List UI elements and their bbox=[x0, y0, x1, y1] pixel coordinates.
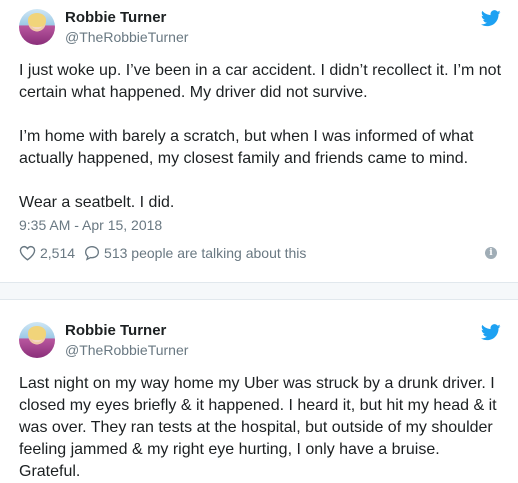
tweet-text: I just woke up. I’ve been in a car accid… bbox=[19, 60, 504, 214]
tweet-paragraph: I’m home with barely a scratch, but when… bbox=[19, 128, 474, 167]
tweet-text: Last night on my way home my Uber was st… bbox=[19, 373, 504, 483]
author-handle[interactable]: @TheRobbieTurner bbox=[65, 29, 188, 45]
talking-count: 513 people are talking about this bbox=[104, 245, 307, 261]
author-name[interactable]: Robbie Turner bbox=[65, 9, 166, 26]
tweet-actions: 2,514 513 people are talking about this bbox=[19, 244, 306, 262]
tweet-paragraph: Last night on my way home my Uber was st… bbox=[19, 375, 497, 480]
tweet-card[interactable]: Robbie Turner @TheRobbieTurner Last nigh… bbox=[0, 299, 518, 483]
like-count: 2,514 bbox=[40, 245, 76, 261]
tweet-paragraph: I just woke up. I’ve been in a car accid… bbox=[19, 62, 502, 101]
twitter-bird-icon[interactable] bbox=[481, 10, 501, 27]
author-handle[interactable]: @TheRobbieTurner bbox=[65, 342, 188, 358]
twitter-bird-icon[interactable] bbox=[481, 324, 501, 341]
heart-icon bbox=[19, 245, 36, 261]
tweet-card[interactable]: Robbie Turner @TheRobbieTurner I just wo… bbox=[0, 0, 518, 283]
tweet-separator bbox=[0, 283, 518, 299]
info-icon[interactable]: i bbox=[485, 247, 497, 259]
conversation-link[interactable]: 513 people are talking about this bbox=[84, 245, 306, 261]
author-name[interactable]: Robbie Turner bbox=[65, 322, 166, 339]
avatar[interactable] bbox=[19, 9, 55, 45]
tweet-paragraph: Wear a seatbelt. I did. bbox=[19, 194, 175, 211]
avatar[interactable] bbox=[19, 322, 55, 358]
speech-bubble-icon bbox=[85, 245, 100, 261]
tweet-timestamp[interactable]: 9:35 AM - Apr 15, 2018 bbox=[19, 217, 162, 233]
like-button[interactable]: 2,514 bbox=[19, 245, 75, 261]
